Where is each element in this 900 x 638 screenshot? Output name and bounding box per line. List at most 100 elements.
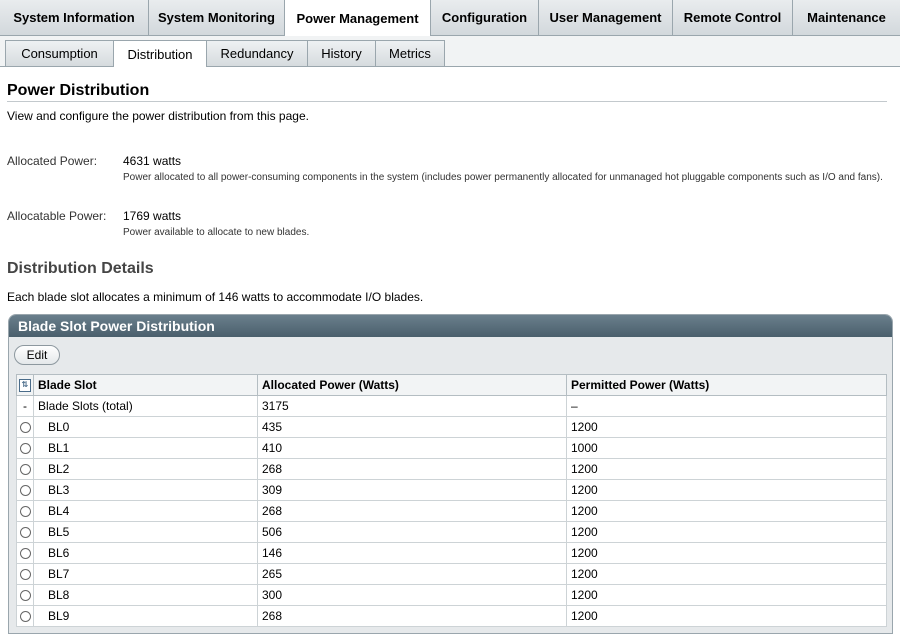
column-header-blade-slot[interactable]: Blade Slot: [33, 374, 258, 396]
cell-slot: BL9: [33, 605, 258, 627]
title-divider: [7, 101, 887, 102]
subtab-history[interactable]: History: [307, 40, 376, 66]
tab-system-information[interactable]: System Information: [0, 0, 149, 35]
allocated-power-label: Allocated Power:: [7, 154, 98, 168]
cell-allocated: 309: [257, 479, 567, 501]
cell-allocated: 265: [257, 563, 567, 585]
cell-permitted: 1200: [566, 605, 887, 627]
tab-configuration[interactable]: Configuration: [431, 0, 539, 35]
select-column-header[interactable]: ⇅: [16, 374, 34, 396]
table-header-row: ⇅ Blade Slot Allocated Power (Watts) Per…: [16, 374, 887, 396]
table-title: Blade Slot Power Distribution: [9, 315, 892, 337]
blade-slot-table-panel: Blade Slot Power Distribution Edit ⇅ Bla…: [8, 314, 893, 634]
row-select-cell[interactable]: [16, 521, 34, 543]
cell-permitted: 1200: [566, 500, 887, 522]
cell-allocated: 268: [257, 500, 567, 522]
cell-allocated: 268: [257, 458, 567, 480]
cell-permitted: 1200: [566, 563, 887, 585]
row-radio[interactable]: [19, 548, 31, 560]
row-select-cell[interactable]: [16, 584, 34, 606]
row-radio[interactable]: [19, 464, 31, 476]
cell-slot: BL7: [33, 563, 258, 585]
allocatable-power-value: 1769 watts: [123, 209, 182, 223]
tab-power-management[interactable]: Power Management: [285, 0, 431, 36]
cell-slot: BL4: [33, 500, 258, 522]
cell-permitted: 1200: [566, 458, 887, 480]
table-row[interactable]: BL5 506 1200: [16, 521, 887, 543]
tab-user-management[interactable]: User Management: [539, 0, 673, 35]
row-select-cell[interactable]: [16, 416, 34, 438]
cell-allocated: 410: [257, 437, 567, 459]
cell-allocated: 506: [257, 521, 567, 543]
allocated-power-value: 4631 watts: [123, 154, 182, 168]
sub-tab-bar: Consumption Distribution Redundancy Hist…: [0, 36, 900, 67]
row-select-cell[interactable]: [16, 458, 34, 480]
row-select-cell[interactable]: [16, 500, 34, 522]
row-select-cell[interactable]: [16, 437, 34, 459]
cell-permitted: 1200: [566, 584, 887, 606]
cell-slot: BL2: [33, 458, 258, 480]
cell-permitted: 1200: [566, 416, 887, 438]
distribution-details-title: Distribution Details: [7, 260, 154, 277]
column-header-permitted-power[interactable]: Permitted Power (Watts): [566, 374, 887, 396]
table-row[interactable]: BL3 309 1200: [16, 479, 887, 501]
tab-system-monitoring[interactable]: System Monitoring: [149, 0, 285, 35]
row-radio[interactable]: [19, 443, 31, 455]
tab-maintenance[interactable]: Maintenance: [793, 0, 900, 35]
cell-permitted: 1000: [566, 437, 887, 459]
table-row[interactable]: BL2 268 1200: [16, 458, 887, 480]
row-select-cell[interactable]: [16, 479, 34, 501]
row-radio[interactable]: [19, 611, 31, 623]
cell-allocated: 300: [257, 584, 567, 606]
cell-allocated: 146: [257, 542, 567, 564]
table-row[interactable]: BL0 435 1200: [16, 416, 887, 438]
blade-slot-table: ⇅ Blade Slot Allocated Power (Watts) Per…: [16, 374, 887, 627]
cell-allocated: 3175: [257, 395, 567, 417]
cell-slot: BL8: [33, 584, 258, 606]
cell-permitted: –: [566, 395, 887, 417]
cell-allocated: 435: [257, 416, 567, 438]
page-title: Power Distribution: [7, 82, 150, 99]
subtab-metrics[interactable]: Metrics: [375, 40, 445, 66]
row-select-cell[interactable]: [16, 563, 34, 585]
page-description: View and configure the power distributio…: [7, 109, 309, 123]
row-radio[interactable]: [19, 422, 31, 434]
main-tab-bar: System Information System Monitoring Pow…: [0, 0, 900, 36]
subtab-redundancy[interactable]: Redundancy: [206, 40, 308, 66]
subtab-consumption[interactable]: Consumption: [5, 40, 114, 66]
cell-slot: BL6: [33, 542, 258, 564]
table-row[interactable]: BL6 146 1200: [16, 542, 887, 564]
row-select-cell[interactable]: [16, 542, 34, 564]
cell-slot: BL5: [33, 521, 258, 543]
row-select-cell[interactable]: [16, 605, 34, 627]
cell-slot: BL1: [33, 437, 258, 459]
tab-remote-control[interactable]: Remote Control: [673, 0, 793, 35]
table-row[interactable]: BL8 300 1200: [16, 584, 887, 606]
allocatable-power-label: Allocatable Power:: [7, 209, 107, 223]
allocated-power-help: Power allocated to all power-consuming c…: [123, 172, 883, 183]
cell-permitted: 1200: [566, 542, 887, 564]
table-row[interactable]: BL1 410 1000: [16, 437, 887, 459]
allocatable-power-help: Power available to allocate to new blade…: [123, 227, 310, 238]
row-radio[interactable]: [19, 506, 31, 518]
edit-button[interactable]: Edit: [14, 345, 60, 365]
table-row-total: - Blade Slots (total) 3175 –: [16, 395, 887, 417]
row-radio[interactable]: [19, 590, 31, 602]
cell-permitted: 1200: [566, 521, 887, 543]
cell-slot: BL0: [33, 416, 258, 438]
select-all-icon[interactable]: ⇅: [19, 379, 31, 393]
subtab-distribution[interactable]: Distribution: [113, 40, 207, 67]
table-row[interactable]: BL4 268 1200: [16, 500, 887, 522]
cell-permitted: 1200: [566, 479, 887, 501]
table-row[interactable]: BL9 268 1200: [16, 605, 887, 627]
cell-slot: BL3: [33, 479, 258, 501]
cell-allocated: 268: [257, 605, 567, 627]
row-radio[interactable]: [19, 569, 31, 581]
row-radio[interactable]: [19, 485, 31, 497]
column-header-allocated-power[interactable]: Allocated Power (Watts): [257, 374, 567, 396]
table-row[interactable]: BL7 265 1200: [16, 563, 887, 585]
cell-slot: Blade Slots (total): [33, 395, 258, 417]
total-row-marker: -: [16, 395, 34, 417]
row-radio[interactable]: [19, 527, 31, 539]
distribution-details-description: Each blade slot allocates a minimum of 1…: [7, 290, 424, 304]
